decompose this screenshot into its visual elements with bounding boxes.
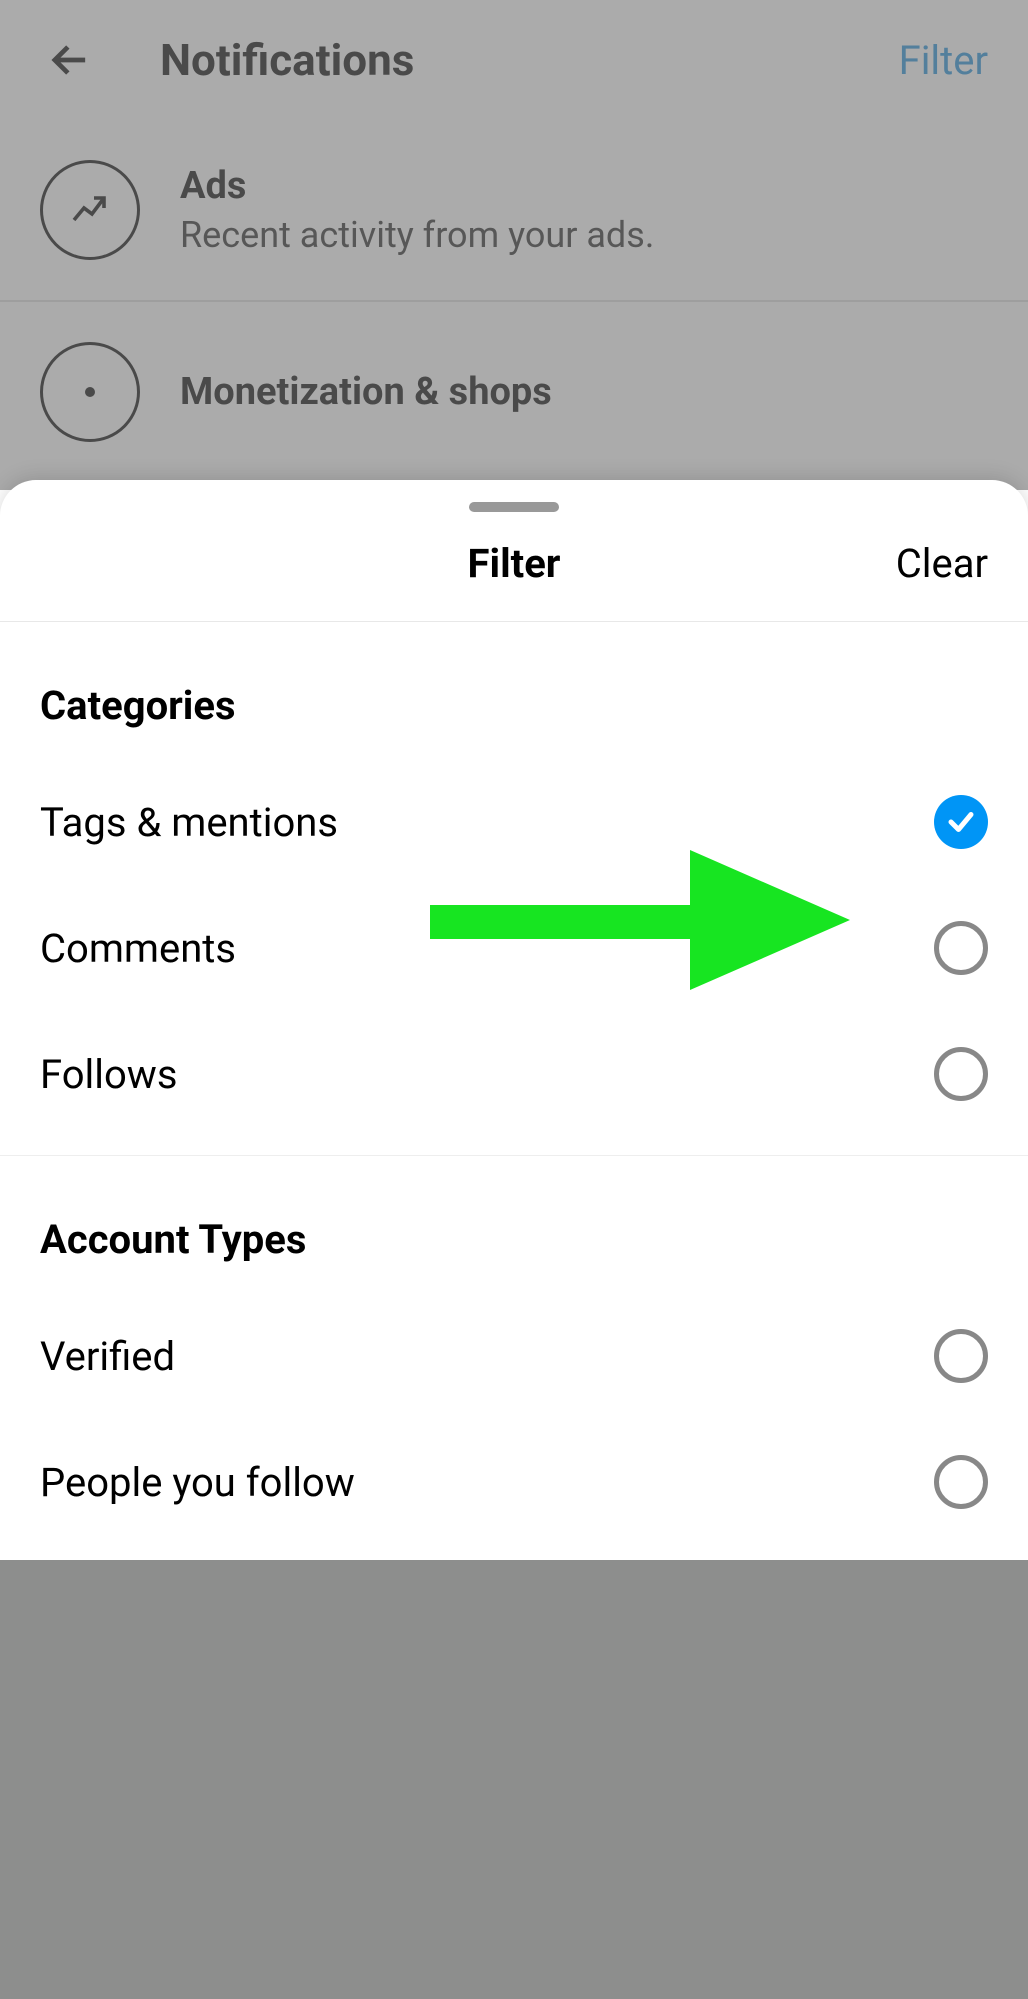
section-title: Categories [0, 622, 1028, 759]
radio-unselected-icon[interactable] [934, 921, 988, 975]
sheet-header: Filter Clear [0, 512, 1028, 622]
option-label: Verified [40, 1333, 934, 1380]
section-account-types: Account Types Verified People you follow [0, 1156, 1028, 1564]
radio-unselected-icon[interactable] [934, 1455, 988, 1509]
section-categories: Categories Tags & mentions Comments Foll… [0, 622, 1028, 1156]
option-people-you-follow[interactable]: People you follow [0, 1419, 1028, 1545]
option-follows[interactable]: Follows [0, 1011, 1028, 1137]
radio-unselected-icon[interactable] [934, 1047, 988, 1101]
sheet-drag-handle[interactable] [469, 502, 559, 512]
section-title: Account Types [0, 1156, 1028, 1293]
radio-selected-icon[interactable] [934, 795, 988, 849]
modal-overlay[interactable] [0, 0, 1028, 490]
option-label: Comments [40, 925, 934, 972]
option-label: Follows [40, 1051, 934, 1098]
bottom-fill [0, 1560, 1028, 1999]
option-tags-mentions[interactable]: Tags & mentions [0, 759, 1028, 885]
option-label: People you follow [40, 1459, 934, 1506]
option-verified[interactable]: Verified [0, 1293, 1028, 1419]
option-comments[interactable]: Comments [0, 885, 1028, 1011]
option-label: Tags & mentions [40, 799, 934, 846]
sheet-title: Filter [468, 540, 561, 587]
clear-button[interactable]: Clear [560, 540, 988, 587]
radio-unselected-icon[interactable] [934, 1329, 988, 1383]
